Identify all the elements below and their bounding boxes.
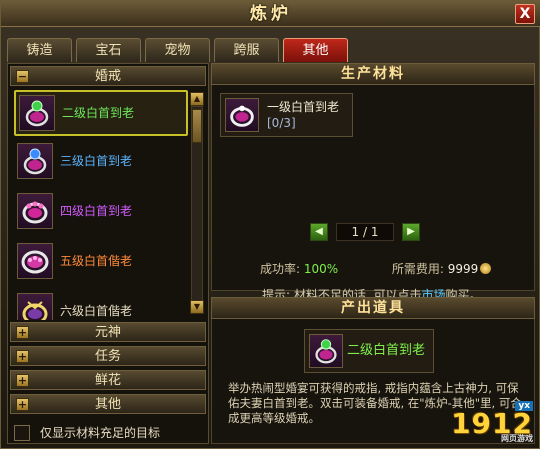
scrollbar-track[interactable]	[191, 106, 203, 308]
tab-cross-server[interactable]: 跨服	[214, 38, 279, 62]
page-indicator: 1 / 1	[336, 223, 394, 241]
list-item[interactable]: 二级白首到老	[14, 90, 188, 136]
list-item[interactable]: 五级白首偕老	[14, 240, 188, 286]
success-rate-value: 100%	[303, 262, 339, 276]
craft-stats: 成功率: 100% 所需费用: 9999	[260, 260, 492, 277]
category-ring-header[interactable]: − 婚戒	[10, 66, 206, 86]
recipe-list-panel: − 婚戒 二级白首到老 三级白首到老 四级白首到老 五级白首偕老 六级白首偕老 …	[7, 63, 209, 444]
tab-casting[interactable]: 铸造	[7, 38, 72, 62]
ring-icon	[17, 143, 53, 179]
category-label: 任务	[94, 349, 121, 364]
ring-icon	[309, 334, 343, 368]
category-label: 鲜花	[94, 373, 121, 388]
tab-pet[interactable]: 宠物	[145, 38, 210, 62]
materials-section-title: 生产材料	[211, 63, 535, 85]
output-item-name: 二级白首到老	[347, 343, 426, 358]
item-label: 二级白首到老	[62, 106, 135, 120]
ring-icon	[19, 95, 55, 131]
scrollbar-thumb[interactable]	[192, 109, 202, 143]
item-label: 六级白首偕老	[60, 304, 133, 318]
cost-label: 所需费用:	[391, 262, 444, 276]
ring-icon	[17, 193, 53, 229]
recipe-detail-panel: 生产材料 一级白首到老 [0/3] ◀ 1 / 1 ▶ 成功率: 100% 所需…	[211, 63, 535, 444]
category-yuanshen-header[interactable]: + 元神	[10, 322, 206, 342]
ring-icon	[17, 243, 53, 279]
output-section-title: 产出道具	[211, 297, 535, 319]
site-watermark-logo: 1912 yx 网页游戏	[451, 401, 533, 443]
category-flower-header[interactable]: + 鲜花	[10, 370, 206, 390]
close-button[interactable]: X	[515, 4, 535, 24]
scroll-up-button[interactable]: ▲	[190, 92, 204, 106]
list-item[interactable]: 三级白首到老	[14, 140, 188, 186]
tab-gem[interactable]: 宝石	[76, 38, 141, 62]
prev-page-button[interactable]: ◀	[310, 223, 328, 241]
watermark-tag: yx	[515, 401, 533, 411]
tab-bar: 铸造 宝石 宠物 跨服 其他	[7, 38, 348, 62]
success-rate-label: 成功率:	[260, 262, 301, 276]
item-label: 四级白首到老	[60, 204, 133, 218]
coin-icon	[480, 263, 492, 274]
ring-icon	[225, 98, 259, 132]
recipe-item-list: 二级白首到老 三级白首到老 四级白首到老 五级白首偕老 六级白首偕老	[10, 88, 188, 320]
pager: ◀ 1 / 1 ▶	[310, 223, 430, 243]
ring-icon	[17, 293, 53, 320]
title-bar: 炼炉 X	[1, 1, 540, 27]
category-label: 婚戒	[94, 69, 121, 84]
list-item[interactable]: 四级白首到老	[14, 190, 188, 236]
forge-window: 炼炉 X 铸造 宝石 宠物 跨服 其他 − 婚戒 二级白首到老 三级白首到老 四…	[0, 0, 540, 449]
scroll-down-button[interactable]: ▼	[190, 300, 204, 314]
material-count: [0/3]	[267, 116, 296, 130]
watermark-sub: 网页游戏	[501, 434, 533, 443]
item-label: 三级白首到老	[60, 154, 133, 168]
material-slot[interactable]: 一级白首到老 [0/3]	[220, 93, 353, 137]
category-task-header[interactable]: + 任务	[10, 346, 206, 366]
next-page-button[interactable]: ▶	[402, 223, 420, 241]
materials-section: 一级白首到老 [0/3] ◀ 1 / 1 ▶ 成功率: 100% 所需费用: 9…	[211, 85, 535, 302]
category-other-header[interactable]: + 其他	[10, 394, 206, 414]
output-item-slot[interactable]: 二级白首到老	[304, 329, 434, 373]
item-label: 五级白首偕老	[60, 254, 133, 268]
material-name: 一级白首到老	[267, 100, 340, 114]
sufficient-materials-filter: 仅显示材料充足的目标	[14, 424, 204, 444]
filter-checkbox[interactable]	[14, 425, 30, 441]
cost-value: 9999	[447, 262, 479, 276]
tab-other[interactable]: 其他	[283, 38, 348, 62]
window-title: 炼炉	[250, 4, 292, 24]
category-label: 其他	[94, 397, 121, 412]
category-label: 元神	[94, 325, 121, 340]
filter-checkbox-label: 仅显示材料充足的目标	[40, 426, 161, 440]
list-item[interactable]: 六级白首偕老	[14, 290, 188, 320]
